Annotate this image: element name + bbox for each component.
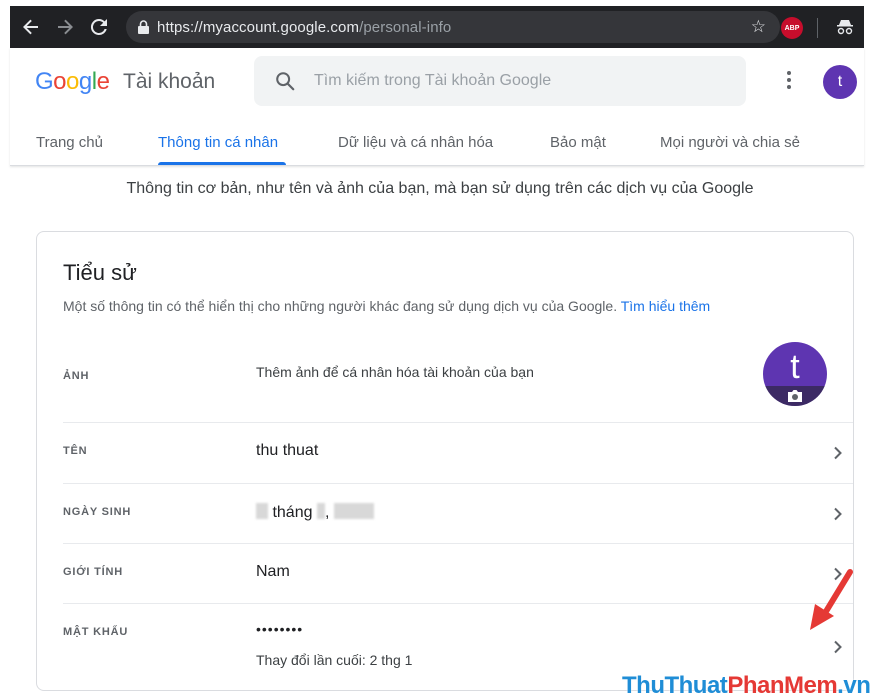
birthday-label: NGÀY SINH [63,506,132,518]
photo-row[interactable]: ẢNH Thêm ảnh để cá nhân hóa tài khoản củ… [37,332,853,422]
password-label: MẬT KHẨU [63,626,129,638]
google-logo[interactable]: Google [35,68,110,96]
camera-icon [788,390,802,402]
birthday-value: tháng , [256,503,374,522]
watermark: ThuThuatPhanMem.vn [622,672,870,698]
red-arrow-annotation [810,569,853,630]
address-bar[interactable]: https://myaccount.google.com/personal-in… [126,11,780,43]
bookmark-star-icon[interactable]: ☆ [751,17,766,37]
reload-icon[interactable] [86,14,112,40]
account-avatar[interactable]: t [823,65,857,99]
chevron-right-icon[interactable] [831,446,845,460]
forward-icon[interactable] [52,14,78,40]
birthday-row[interactable]: NGÀY SINH tháng , [63,483,853,543]
photo-hint: Thêm ảnh để cá nhân hóa tài khoản của bạ… [256,364,534,380]
nav-tabs: Trang chủ Thông tin cá nhân Dữ liệu và c… [10,126,864,166]
profile-photo[interactable]: t [763,342,827,406]
tab-personal-info[interactable]: Thông tin cá nhân [158,134,278,151]
card-description: Một số thông tin có thể hiển thị cho nhữ… [63,298,711,314]
search-icon[interactable] [274,70,296,92]
url-text: https://myaccount.google.com/personal-in… [157,18,452,36]
password-value: •••••••• [256,621,304,637]
tab-people-sharing[interactable]: Mọi người và chia sẻ [660,134,800,151]
photo-label: ẢNH [63,370,90,382]
password-last-changed: Thay đổi lần cuối: 2 thg 1 [256,652,413,668]
browser-toolbar: https://myaccount.google.com/personal-in… [10,6,864,48]
more-options-icon[interactable] [780,68,798,92]
product-name[interactable]: Tài khoản [123,70,215,94]
card-title: Tiểu sử [63,260,137,285]
back-icon[interactable] [18,14,44,40]
lock-icon [138,20,149,34]
name-label: TÊN [63,445,88,457]
app-header: Google Tài khoản t Trang chủ Thông tin c… [10,48,864,166]
tab-security[interactable]: Bảo mật [550,134,606,151]
incognito-icon[interactable] [836,18,854,36]
name-row[interactable]: TÊN thu thuat [63,422,853,483]
redacted-year [333,503,374,519]
gender-value: Nam [256,563,290,580]
adblock-extension-icon[interactable]: ABP [781,17,803,39]
redacted-month [316,503,325,519]
toolbar-divider [817,18,818,38]
redacted-day [256,503,268,519]
tab-home[interactable]: Trang chủ [36,134,103,151]
chevron-right-icon[interactable] [831,507,845,521]
name-value: thu thuat [256,442,319,459]
search-input[interactable] [314,72,714,90]
chevron-right-icon[interactable] [831,640,845,654]
active-tab-indicator [158,162,286,165]
gender-row[interactable]: GIỚI TÍNH Nam [63,543,853,603]
profile-card: Tiểu sử Một số thông tin có thể hiển thị… [36,231,854,691]
page-intro: Thông tin cơ bản, như tên và ảnh của bạn… [126,180,754,197]
gender-label: GIỚI TÍNH [63,566,123,578]
learn-more-link[interactable]: Tìm hiểu thêm [621,298,710,314]
search-box[interactable] [254,56,746,106]
tab-data-personalization[interactable]: Dữ liệu và cá nhân hóa [338,134,493,151]
